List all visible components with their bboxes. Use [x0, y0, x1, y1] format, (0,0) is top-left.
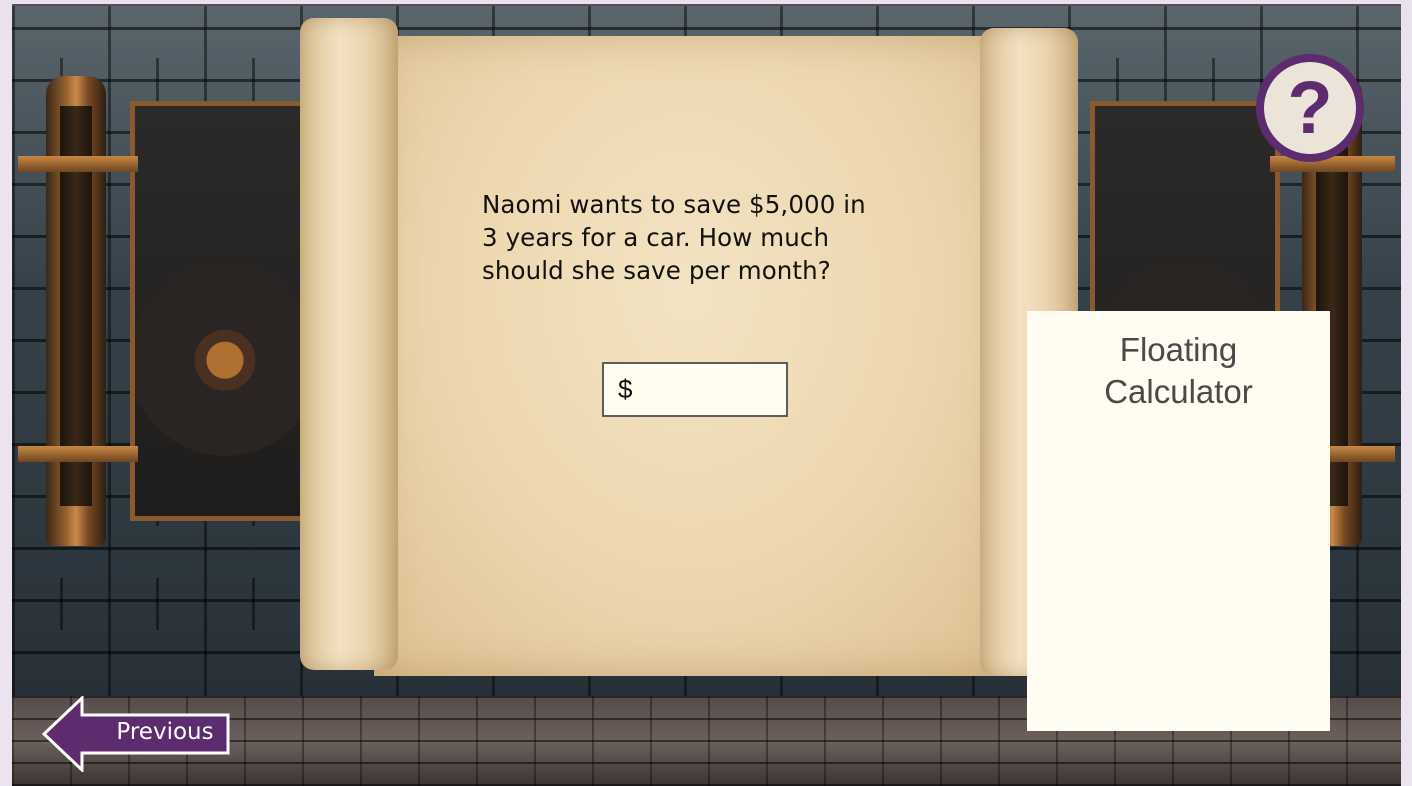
- floating-calculator[interactable]: Floating Calculator: [1027, 311, 1330, 731]
- scroll-left-roll: [300, 18, 398, 670]
- help-button[interactable]: ?: [1256, 54, 1364, 162]
- previous-button[interactable]: Previous: [42, 696, 232, 772]
- parchment-scroll: [300, 18, 1080, 678]
- calculator-title-line: Calculator: [1104, 373, 1253, 410]
- question-mark-icon: ?: [1264, 62, 1356, 154]
- left-wall-ornament: [130, 101, 320, 521]
- scroll-sheet: [374, 36, 1004, 676]
- question-line: 3 years for a car. How much: [482, 223, 830, 252]
- question-line: should she save per month?: [482, 256, 831, 285]
- right-crossbar: [1270, 156, 1395, 172]
- left-crossbar: [18, 156, 138, 172]
- answer-input-box[interactable]: $: [602, 362, 788, 417]
- right-crossbar: [1330, 446, 1395, 462]
- dollar-prefix: $: [618, 374, 633, 404]
- answer-input[interactable]: [638, 373, 773, 406]
- calculator-title: Floating Calculator: [1027, 329, 1330, 413]
- calculator-title-line: Floating: [1119, 331, 1238, 368]
- question-text: Naomi wants to save $5,000 in 3 years fo…: [482, 188, 922, 287]
- left-pillar: [46, 76, 106, 546]
- left-crossbar: [18, 446, 138, 462]
- previous-label: Previous: [116, 719, 214, 745]
- question-line: Naomi wants to save $5,000 in: [482, 190, 866, 219]
